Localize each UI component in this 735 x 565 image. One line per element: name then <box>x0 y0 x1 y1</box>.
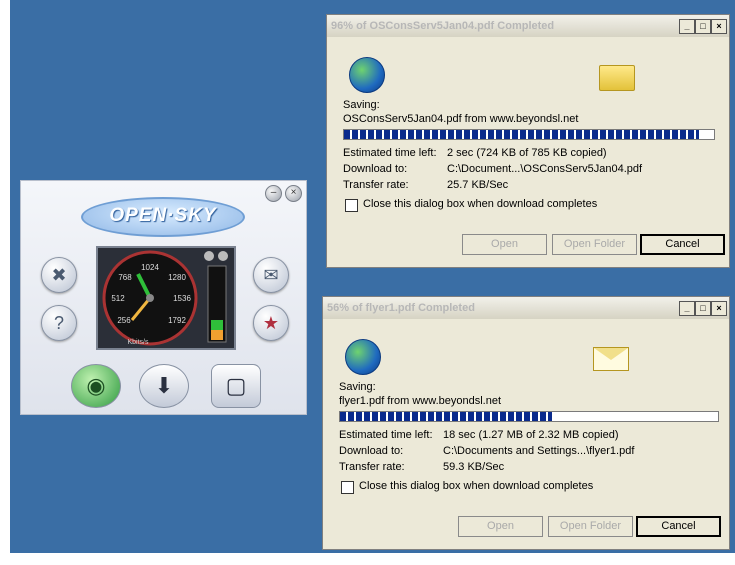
cancel-button[interactable]: Cancel <box>640 234 725 255</box>
gauge-unit: Kbits/s <box>127 339 149 346</box>
close-when-done-label: Close this dialog box when download comp… <box>363 198 598 210</box>
download-to-label: Download to: <box>343 163 408 175</box>
gauge-tick: 1792 <box>168 316 186 325</box>
close-when-done-label: Close this dialog box when download comp… <box>359 480 594 492</box>
download-to-value: C:\Document...\OSConsServ5Jan04.pdf <box>447 163 643 175</box>
close-when-done-checkbox[interactable] <box>341 481 354 494</box>
estimated-time-label: Estimated time left: <box>339 429 433 441</box>
question-icon: ? <box>53 313 64 333</box>
download-to-label: Download to: <box>339 445 404 457</box>
speedometer-dial: 1024 768 1280 512 1536 256 1792 Kbits/s <box>102 250 228 346</box>
envelope-icon <box>593 347 629 371</box>
estimated-time-label: Estimated time left: <box>343 147 437 159</box>
favorites-button[interactable]: ★ <box>253 305 289 341</box>
saving-label: Saving: <box>343 99 380 111</box>
transfer-rate-value: 25.7 KB/Sec <box>447 179 509 191</box>
transfer-rate-label: Transfer rate: <box>343 179 409 191</box>
gauge-tick: 1280 <box>168 273 186 282</box>
mail-button[interactable]: ✉ <box>253 257 289 293</box>
gauge-tick: 768 <box>118 273 132 282</box>
settings-button[interactable]: ✖ <box>41 257 77 293</box>
minimize-icon[interactable]: – <box>265 185 282 202</box>
download-dialog-2: 56% of flyer1.pdf Completed _ □ × Saving… <box>322 296 730 550</box>
cancel-button[interactable]: Cancel <box>636 516 721 537</box>
progress-fill <box>340 412 552 421</box>
dialog-title: 96% of OSConsServ5Jan04.pdf Completed <box>331 20 555 32</box>
folder-icon <box>599 65 635 91</box>
saving-label: Saving: <box>339 381 376 393</box>
download-progress-bar <box>343 129 715 140</box>
close-when-done-checkbox[interactable] <box>345 199 358 212</box>
close-button[interactable]: × <box>711 19 727 34</box>
globe-icon: ◉ <box>86 373 106 398</box>
progress-fill <box>344 130 700 139</box>
open-folder-button[interactable]: Open Folder <box>552 234 637 255</box>
dialog-title: 56% of flyer1.pdf Completed <box>327 302 475 314</box>
maximize-button[interactable]: □ <box>695 19 711 34</box>
gauge-tick: 1024 <box>141 263 159 272</box>
open-folder-button[interactable]: Open Folder <box>548 516 633 537</box>
download-icon: ⬇ <box>154 373 174 398</box>
star-icon: ★ <box>262 313 280 333</box>
estimated-time-value: 18 sec (1.27 MB of 2.32 MB copied) <box>443 429 619 441</box>
tv-button[interactable]: ▢ <box>211 364 261 408</box>
maximize-button[interactable]: □ <box>695 301 711 316</box>
gauge-tick: 256 <box>117 316 131 325</box>
gauge-tick: 1536 <box>173 294 191 303</box>
minimize-button[interactable]: _ <box>679 301 695 316</box>
minimize-button[interactable]: _ <box>679 19 695 34</box>
open-sky-widget: – × OPEN·SKY ✖ ? ✉ ★ 1024 768 1280 512 1… <box>20 180 307 415</box>
monitor-icon: ▢ <box>225 373 247 398</box>
download-progress-bar <box>339 411 719 422</box>
envelope-icon: ✉ <box>263 265 279 285</box>
estimated-time-value: 2 sec (724 KB of 785 KB copied) <box>447 147 607 159</box>
dialog-titlebar: 56% of flyer1.pdf Completed _ □ × <box>323 297 729 319</box>
download-to-value: C:\Documents and Settings...\flyer1.pdf <box>443 445 635 457</box>
download-button[interactable]: ⬇ <box>139 364 189 408</box>
open-sky-logo: OPEN·SKY <box>81 197 245 237</box>
close-button[interactable]: × <box>711 301 727 316</box>
open-button[interactable]: Open <box>462 234 547 255</box>
transfer-rate-value: 59.3 KB/Sec <box>443 461 505 473</box>
saving-filename: flyer1.pdf from www.beyondsl.net <box>339 395 502 407</box>
speed-gauge: 1024 768 1280 512 1536 256 1792 Kbits/s <box>96 246 236 350</box>
open-button[interactable]: Open <box>458 516 543 537</box>
browser-button[interactable]: ◉ <box>71 364 121 408</box>
globe-icon <box>345 339 381 375</box>
tools-icon: ✖ <box>51 265 67 285</box>
globe-icon <box>349 57 385 93</box>
dialog-titlebar: 96% of OSConsServ5Jan04.pdf Completed _ … <box>327 15 729 37</box>
help-button[interactable]: ? <box>41 305 77 341</box>
gauge-tick: 512 <box>111 294 125 303</box>
saving-filename: OSConsServ5Jan04.pdf from www.beyondsl.n… <box>343 113 579 125</box>
download-dialog-1: 96% of OSConsServ5Jan04.pdf Completed _ … <box>326 14 730 268</box>
close-icon[interactable]: × <box>285 185 302 202</box>
transfer-rate-label: Transfer rate: <box>339 461 405 473</box>
